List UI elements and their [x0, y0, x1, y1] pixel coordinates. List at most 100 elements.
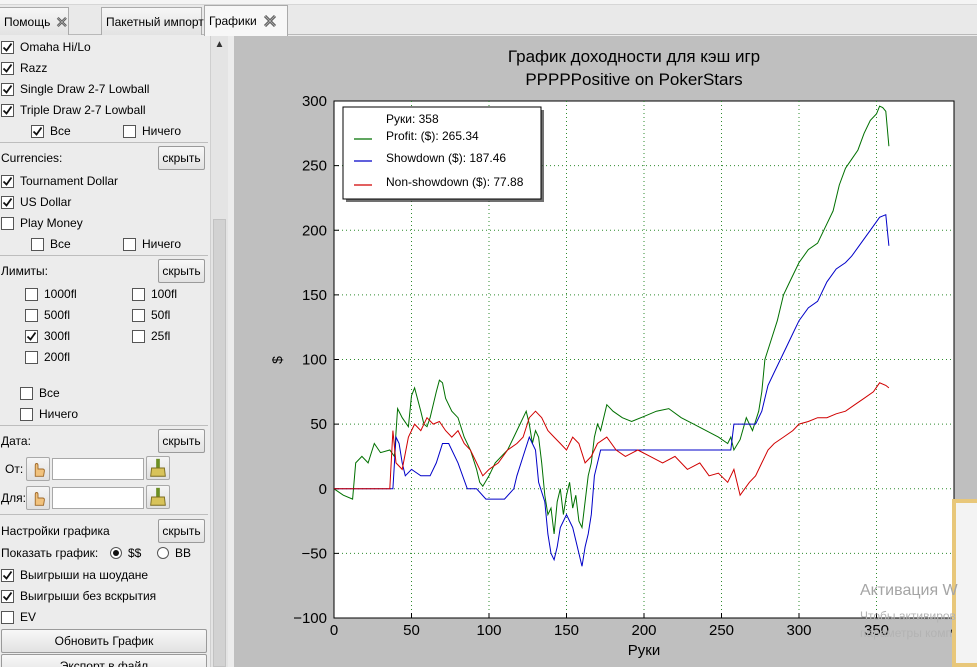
limits-hide-button[interactable]: скрыть — [158, 259, 205, 283]
select-all-label: Все — [50, 124, 71, 138]
checkbox-checked[interactable] — [1, 61, 14, 75]
limit-100fl[interactable]: 100fl — [132, 285, 177, 303]
legend-entry-profit: Profit: ($): 265.34 — [386, 129, 479, 143]
radio-unselected[interactable] — [157, 547, 169, 559]
tab-graphs[interactable]: Графики — [204, 5, 288, 36]
checkbox-unchecked[interactable] — [132, 287, 145, 301]
tab-label: Помощь — [4, 14, 51, 29]
currencies-select-none[interactable]: Ничего — [123, 235, 181, 253]
checkbox-unchecked[interactable] — [132, 308, 145, 322]
y-tick-label: 100 — [302, 352, 327, 369]
currency-us-dollar[interactable]: US Dollar — [1, 193, 71, 211]
showdown-winnings-toggle[interactable]: Выигрыши на шоудане — [1, 566, 148, 584]
limits-select-none[interactable]: Ничего — [20, 405, 78, 423]
check-icon — [2, 105, 13, 115]
x-tick-label: 150 — [554, 622, 579, 639]
checkbox-checked[interactable] — [1, 568, 14, 582]
date-from-input[interactable] — [52, 458, 144, 480]
scroll-up-arrow-icon[interactable]: ▲ — [211, 36, 228, 54]
checkbox-unchecked[interactable] — [31, 237, 44, 251]
refresh-graph-button[interactable]: Обновить График — [1, 629, 207, 653]
limit-200fl[interactable]: 200fl — [25, 348, 70, 366]
checkbox-unchecked[interactable] — [20, 386, 33, 400]
limit-label: 50fl — [151, 308, 171, 322]
checkbox-checked[interactable] — [1, 103, 14, 117]
checkbox-unchecked[interactable] — [123, 124, 136, 138]
games-select-all[interactable]: Все — [31, 122, 71, 140]
clear-from-button[interactable] — [146, 456, 170, 480]
close-icon[interactable] — [56, 15, 68, 29]
calendar-to-button[interactable] — [26, 486, 50, 510]
unit-bb-radio[interactable]: BB — [157, 544, 191, 562]
checkbox-unchecked[interactable] — [1, 610, 14, 624]
y-tick-label: 150 — [302, 287, 327, 304]
checkbox-checked[interactable] — [1, 589, 14, 603]
currency-tournament-dollar[interactable]: Tournament Dollar — [1, 172, 118, 190]
check-icon — [2, 570, 13, 580]
radio-label: $$ — [128, 546, 142, 560]
legend-header: Руки: 358 — [386, 112, 439, 126]
section-title: Дата: — [1, 434, 31, 448]
hand-pointer-icon — [34, 463, 45, 477]
ev-toggle[interactable]: EV — [1, 608, 36, 626]
scroll-thumb[interactable] — [213, 219, 226, 667]
game-omaha-hilo[interactable]: Omaha Hi/Lo — [1, 38, 91, 56]
check-icon — [2, 42, 13, 52]
filters-scrollbar[interactable]: ▲ — [210, 36, 228, 667]
limit-50fl[interactable]: 50fl — [132, 306, 170, 324]
checkbox-unchecked[interactable] — [20, 407, 33, 421]
checkbox-checked[interactable] — [1, 174, 14, 188]
tab-bulk-import[interactable]: Пакетный импорт — [101, 7, 204, 35]
game-single-draw[interactable]: Single Draw 2-7 Lowball — [1, 80, 149, 98]
show-graph-label: Показать график: — [1, 544, 98, 562]
checkbox-unchecked[interactable] — [25, 350, 38, 364]
game-triple-draw[interactable]: Triple Draw 2-7 Lowball — [1, 101, 146, 119]
limit-500fl[interactable]: 500fl — [25, 306, 70, 324]
nonshowdown-winnings-toggle[interactable]: Выигрыши без вскрытия — [1, 587, 156, 605]
y-tick-label: 0 — [319, 481, 327, 498]
select-all-label: Все — [39, 386, 60, 400]
limits-select-all[interactable]: Все — [20, 384, 60, 402]
legend-entry-nonshowdown: Non-showdown ($): 77.88 — [386, 175, 524, 189]
checkbox-checked[interactable] — [1, 40, 14, 54]
currencies-hide-button[interactable]: скрыть — [158, 146, 205, 170]
hand-pointer-icon — [34, 492, 45, 506]
date-from-label: От: — [5, 460, 23, 478]
tab-bar: Помощь Пакетный импорт Графики — [0, 0, 977, 36]
currency-play-money[interactable]: Play Money — [1, 214, 83, 232]
unit-dollars-radio[interactable]: $$ — [110, 544, 141, 562]
graph-area: 0501001502002503003504−100−5005010015020… — [234, 36, 977, 667]
clear-to-button[interactable] — [146, 485, 170, 509]
calendar-from-button[interactable] — [26, 457, 50, 481]
checkbox-checked[interactable] — [1, 195, 14, 209]
export-file-button[interactable]: Экспорт в файл — [1, 654, 207, 667]
x-tick-label: 250 — [709, 622, 734, 639]
currencies-select-all[interactable]: Все — [31, 235, 71, 253]
checkbox-unchecked[interactable] — [25, 287, 38, 301]
limit-300fl[interactable]: 300fl — [25, 327, 70, 345]
button-label: Обновить График — [54, 634, 154, 648]
button-label: скрыть — [162, 264, 201, 278]
game-razz[interactable]: Razz — [1, 59, 47, 77]
x-axis-label: Руки — [628, 642, 660, 659]
checkbox-unchecked[interactable] — [132, 329, 145, 343]
checkbox-checked[interactable] — [25, 329, 38, 343]
date-hide-button[interactable]: скрыть — [158, 429, 205, 453]
close-icon[interactable] — [263, 14, 277, 28]
games-select-none[interactable]: Ничего — [123, 122, 181, 140]
y-tick-label: 200 — [302, 222, 327, 239]
tab-help[interactable]: Помощь — [0, 7, 69, 35]
button-label: скрыть — [162, 524, 201, 538]
graph-settings-hide-button[interactable]: скрыть — [158, 519, 205, 543]
checkbox-unchecked[interactable] — [25, 308, 38, 322]
checkbox-checked[interactable] — [31, 124, 44, 138]
checkbox-unchecked[interactable] — [1, 216, 14, 230]
checkbox-checked[interactable] — [1, 82, 14, 96]
date-to-input[interactable] — [52, 487, 144, 509]
select-none-label: Ничего — [142, 237, 182, 251]
limit-1000fl[interactable]: 1000fl — [25, 285, 77, 303]
checkbox-unchecked[interactable] — [123, 237, 136, 251]
y-axis-label: $ — [269, 356, 285, 364]
limit-25fl[interactable]: 25fl — [132, 327, 170, 345]
radio-selected[interactable] — [110, 547, 122, 559]
